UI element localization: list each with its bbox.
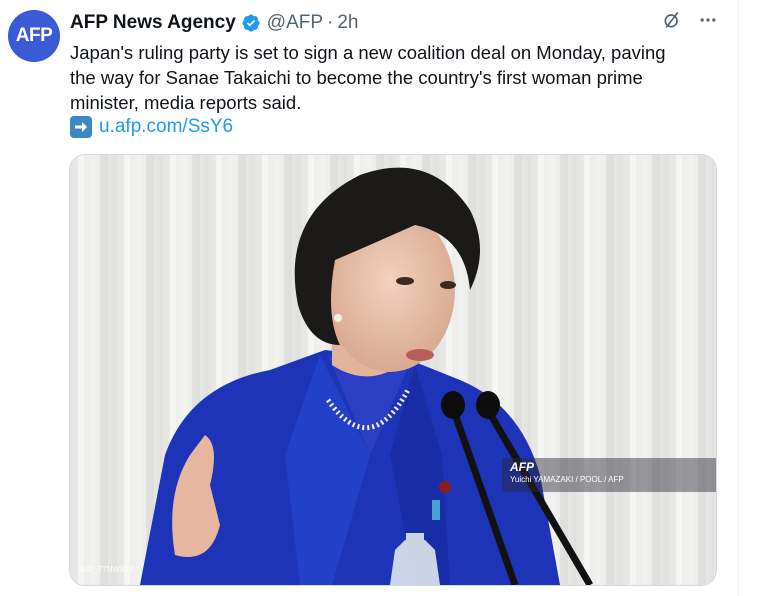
avatar-text: AFP: [15, 25, 53, 46]
tweet-text-line: Japan's ruling party is set to sign a ne…: [70, 42, 666, 63]
tweet-header: AFP News Agency @AFP · 2h: [70, 10, 359, 36]
more-icon[interactable]: [698, 10, 718, 30]
grok-icon[interactable]: [662, 10, 682, 30]
separator-dot: ·: [327, 12, 334, 33]
timestamp[interactable]: 2h: [337, 12, 358, 34]
afp-watermark: AFP: [510, 460, 534, 474]
tweet[interactable]: AFP AFP News Agency @AFP · 2h Japan's ru…: [0, 0, 739, 596]
article-link[interactable]: u.afp.com/SsY6: [99, 116, 233, 138]
tweet-text-line: minister, media reports said.: [70, 92, 302, 113]
author-name[interactable]: AFP News Agency: [70, 12, 236, 34]
photo-image: [70, 155, 716, 585]
verified-badge-icon: [241, 13, 261, 33]
right-arrow-icon: [70, 116, 92, 138]
tweet-text-line: the way for Sanae Takaichi to become the…: [70, 67, 643, 88]
link-row: u.afp.com/SsY6: [70, 114, 233, 140]
tweet-actions: [662, 10, 718, 30]
author-handle[interactable]: @AFP: [267, 12, 323, 34]
tweet-text: Japan's ruling party is set to sign a ne…: [70, 40, 720, 115]
photo-id: 000_77NW82Z: [80, 565, 134, 574]
photo-credit: Yuichi YAMAZAKI / POOL / AFP: [510, 475, 624, 484]
tweet-photo[interactable]: AFP Yuichi YAMAZAKI / POOL / AFP 000_77N…: [69, 154, 717, 586]
avatar[interactable]: AFP: [8, 10, 60, 62]
